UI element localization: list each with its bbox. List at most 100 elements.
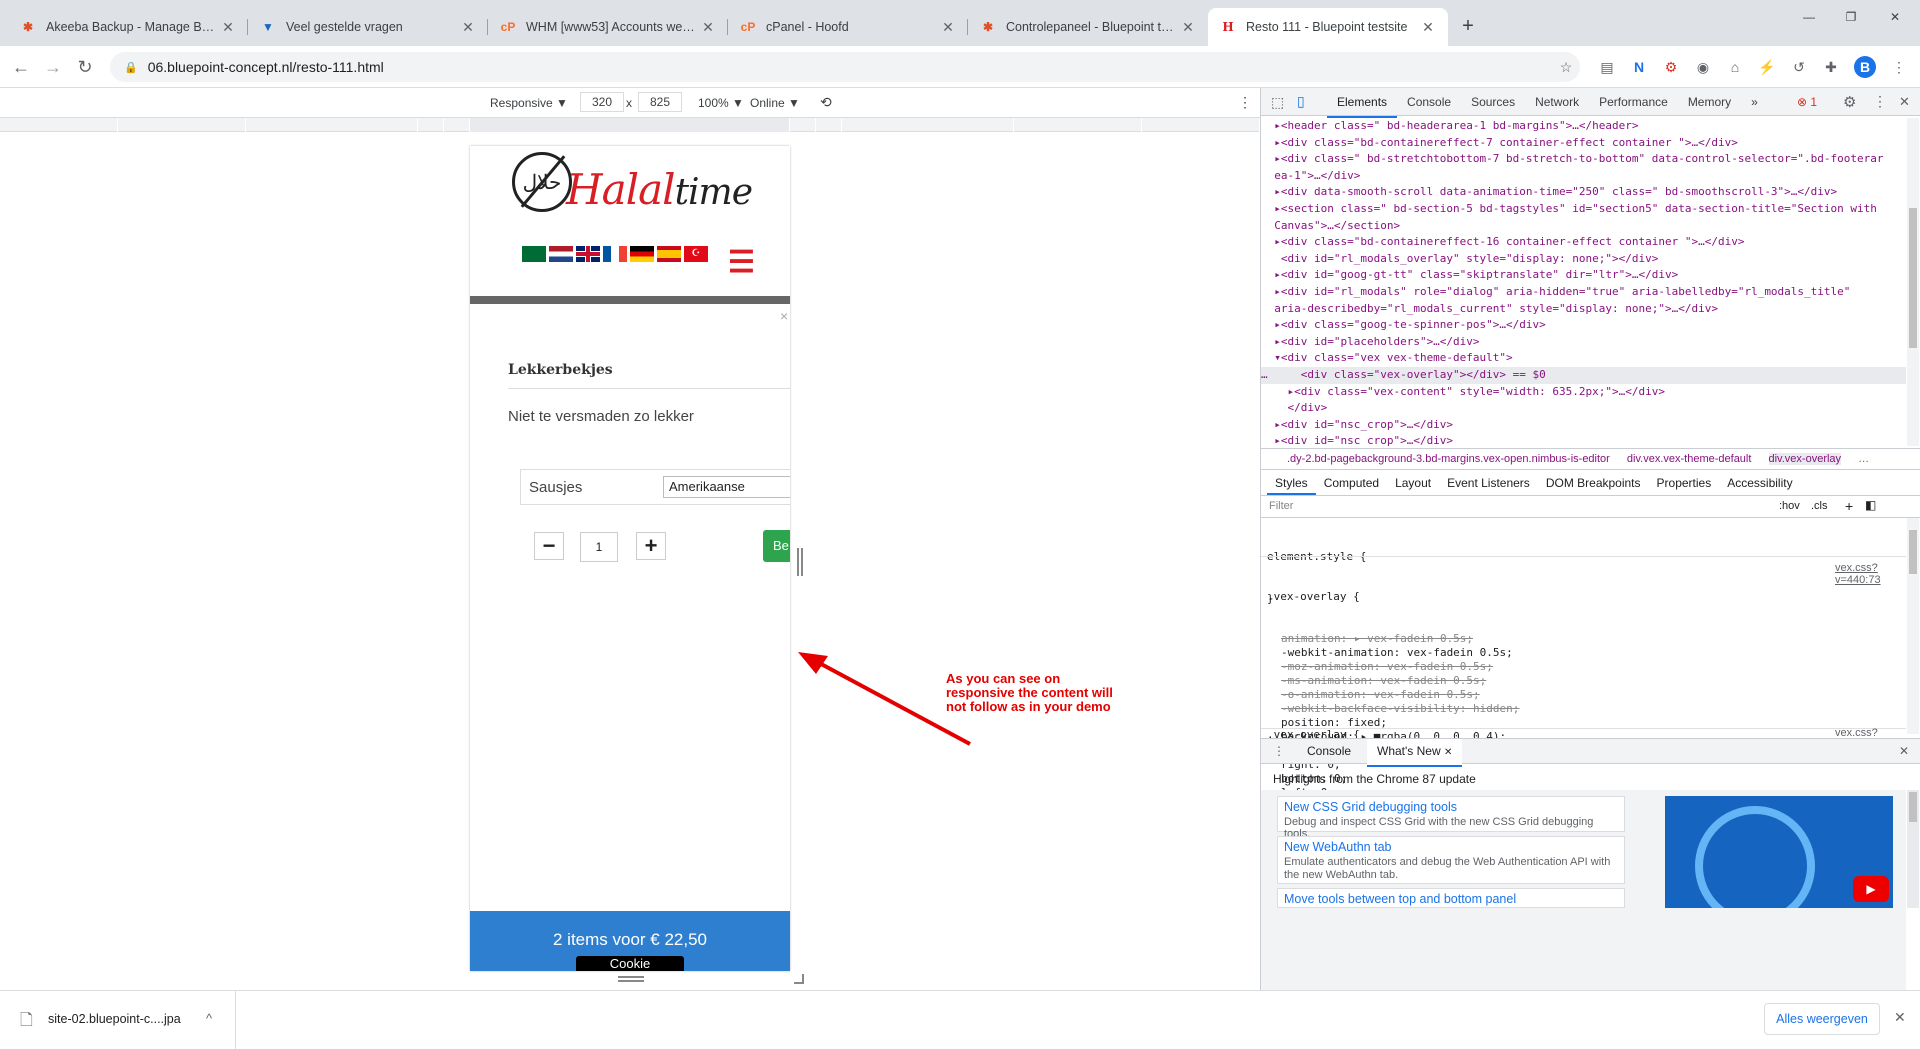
dom-node-line[interactable]: ▸<section class=" bd-section-5 bd-tagsty…: [1261, 201, 1906, 218]
dom-node-line[interactable]: aria-describedby="rl_modals_current" sty…: [1261, 301, 1906, 318]
breadcrumb-item[interactable]: div.vex-overlay: [1768, 453, 1842, 465]
bookmark-star-icon[interactable]: ☆: [1555, 56, 1577, 78]
dom-node-line[interactable]: ▸<div class="bd-containereffect-16 conta…: [1261, 234, 1906, 251]
dom-node-line[interactable]: ea-1">…</div>: [1261, 168, 1906, 185]
back-button[interactable]: ←: [8, 54, 34, 80]
reload-button[interactable]: ↻: [72, 54, 98, 80]
drawer-close-icon[interactable]: ✕: [1899, 739, 1909, 763]
extension-icon[interactable]: ⚡: [1756, 56, 1778, 78]
devtools-tab-performance[interactable]: Performance: [1589, 88, 1678, 118]
profile-avatar[interactable]: B: [1854, 56, 1876, 78]
media-query-segment[interactable]: [1014, 118, 1142, 132]
cookie-settings-button[interactable]: Cookie instellingen: [576, 956, 684, 971]
dom-node-line[interactable]: ▸<div data-smooth-scroll data-animation-…: [1261, 184, 1906, 201]
dom-node-line[interactable]: … <div class="vex-overlay"></div> == $0: [1261, 366, 1906, 384]
close-tab-icon[interactable]: ✕: [220, 19, 236, 36]
browser-tab[interactable]: cP cPanel - Hoofd ✕: [728, 8, 968, 46]
devtools-tab-more[interactable]: »: [1741, 88, 1768, 118]
dom-node-line[interactable]: ▸<div id="nsc_crop">…</div>: [1261, 433, 1906, 446]
close-tab-icon[interactable]: ✕: [940, 19, 956, 36]
flag-germany-icon[interactable]: [630, 246, 654, 262]
styles-scrollbar[interactable]: [1907, 518, 1919, 734]
devtools-menu-icon[interactable]: ⋮: [1873, 93, 1887, 110]
dom-node-line[interactable]: ▸<div class="vex-content" style="width: …: [1261, 384, 1906, 401]
settings-gear-icon[interactable]: ⚙: [1843, 93, 1856, 111]
rotate-icon[interactable]: ⟲: [820, 94, 832, 111]
browser-tab[interactable]: ✱ Controlepaneel - Bluepoint testsite ✕: [968, 8, 1208, 46]
devtools-tab-sources[interactable]: Sources: [1461, 88, 1525, 118]
computed-tab[interactable]: Computed: [1316, 470, 1387, 495]
accessibility-tab[interactable]: Accessibility: [1719, 470, 1800, 495]
dom-node-line[interactable]: </div>: [1261, 400, 1906, 417]
dom-scrollbar[interactable]: [1907, 118, 1919, 446]
increment-button[interactable]: +: [636, 532, 666, 560]
show-all-downloads-button[interactable]: Alles weergeven: [1764, 1003, 1880, 1035]
styles-tab[interactable]: Styles: [1267, 470, 1316, 495]
close-tab-icon[interactable]: ✕: [1420, 19, 1436, 36]
quantity-input[interactable]: 1: [580, 532, 618, 562]
resize-handle-bottom[interactable]: [618, 976, 644, 982]
flag-netherlands-icon[interactable]: [549, 246, 573, 262]
devtools-tab-network[interactable]: Network: [1525, 88, 1589, 118]
extension-icon[interactable]: ⚙: [1660, 56, 1682, 78]
media-query-segment[interactable]: [816, 118, 842, 132]
css-property[interactable]: -ms-animation: vex-fadein 0.5s;: [1267, 674, 1907, 688]
browser-tab[interactable]: cP WHM [www53] Accounts weergeven ✕: [488, 8, 728, 46]
sidebar-toggle-icon[interactable]: ◧: [1865, 498, 1876, 512]
add-to-cart-button[interactable]: Be: [763, 530, 790, 562]
devtools-close-icon[interactable]: ✕: [1899, 94, 1910, 110]
media-query-segment[interactable]: [790, 118, 816, 132]
breadcrumb-more[interactable]: …: [1858, 453, 1869, 465]
css-property[interactable]: -webkit-animation: vex-fadein 0.5s;: [1267, 646, 1907, 660]
media-query-segment[interactable]: [418, 118, 444, 132]
news-item[interactable]: New WebAuthn tab Emulate authenticators …: [1277, 836, 1625, 884]
device-mode-select[interactable]: Responsive ▼: [490, 96, 568, 110]
flag-turkey-icon[interactable]: ☪: [684, 246, 708, 262]
hov-toggle[interactable]: :hov: [1779, 500, 1800, 512]
inspect-element-icon[interactable]: ⬚: [1271, 94, 1284, 111]
minimize-button[interactable]: —: [1794, 10, 1824, 24]
media-query-segment[interactable]: [0, 118, 118, 132]
media-query-segment[interactable]: [470, 118, 790, 132]
close-tab-icon[interactable]: ✕: [700, 19, 716, 36]
new-rule-icon[interactable]: +: [1845, 498, 1853, 514]
dom-node-line[interactable]: <div id="rl_modals_overlay" style="displ…: [1261, 251, 1906, 268]
css-property[interactable]: -o-animation: vex-fadein 0.5s;: [1267, 688, 1907, 702]
resize-handle-right[interactable]: [797, 548, 803, 576]
dom-node-line[interactable]: ▸<div id="placeholders">…</div>: [1261, 334, 1906, 351]
drawer-menu-icon[interactable]: ⋮: [1273, 739, 1285, 763]
dom-node-line[interactable]: ▸<div class="bd-containereffect-7 contai…: [1261, 135, 1906, 152]
site-logo-text[interactable]: Halaltime: [566, 166, 753, 217]
flag-saudi-icon[interactable]: [522, 246, 546, 262]
media-query-segment[interactable]: [246, 118, 418, 132]
layout-tab[interactable]: Layout: [1387, 470, 1439, 495]
media-query-segment[interactable]: [444, 118, 470, 132]
dom-node-line[interactable]: ▸<header class=" bd-headerarea-1 bd-marg…: [1261, 118, 1906, 135]
dialog-close-icon[interactable]: ×: [780, 308, 788, 324]
height-input[interactable]: 825: [638, 92, 682, 112]
rule-selector[interactable]: .vex-overlay {: [1267, 590, 1907, 604]
forward-button[interactable]: →: [40, 54, 66, 80]
cls-toggle[interactable]: .cls: [1811, 500, 1828, 512]
css-property[interactable]: -webkit-backface-visibility: hidden;: [1267, 702, 1907, 716]
hamburger-menu-icon[interactable]: ☰: [728, 248, 755, 278]
extension-icon[interactable]: ▤: [1596, 56, 1618, 78]
close-download-bar-icon[interactable]: ✕: [1894, 1009, 1906, 1026]
decrement-button[interactable]: −: [534, 532, 564, 560]
puzzle-extensions-icon[interactable]: ✚: [1820, 56, 1842, 78]
extension-icon[interactable]: N: [1628, 56, 1650, 78]
browser-tab[interactable]: ✱ Akeeba Backup - Manage Backup ✕: [8, 8, 248, 46]
breadcrumb-item[interactable]: div.vex.vex-theme-default: [1627, 453, 1752, 465]
media-query-segment[interactable]: [842, 118, 1014, 132]
play-icon[interactable]: ▶: [1853, 876, 1889, 902]
error-count-badge[interactable]: ⊗ 1: [1797, 95, 1817, 109]
css-property[interactable]: -moz-animation: vex-fadein 0.5s;: [1267, 660, 1907, 674]
flag-uk-icon[interactable]: [576, 246, 600, 262]
devtools-tab-memory[interactable]: Memory: [1678, 88, 1741, 118]
extension-icon[interactable]: ↺: [1788, 56, 1810, 78]
event-listeners-tab[interactable]: Event Listeners: [1439, 470, 1538, 495]
dom-node-line[interactable]: ▸<div id="nsc_crop">…</div>: [1261, 417, 1906, 434]
news-item[interactable]: New CSS Grid debugging tools Debug and i…: [1277, 796, 1625, 840]
media-query-segment[interactable]: [118, 118, 246, 132]
new-tab-button[interactable]: +: [1454, 12, 1482, 40]
